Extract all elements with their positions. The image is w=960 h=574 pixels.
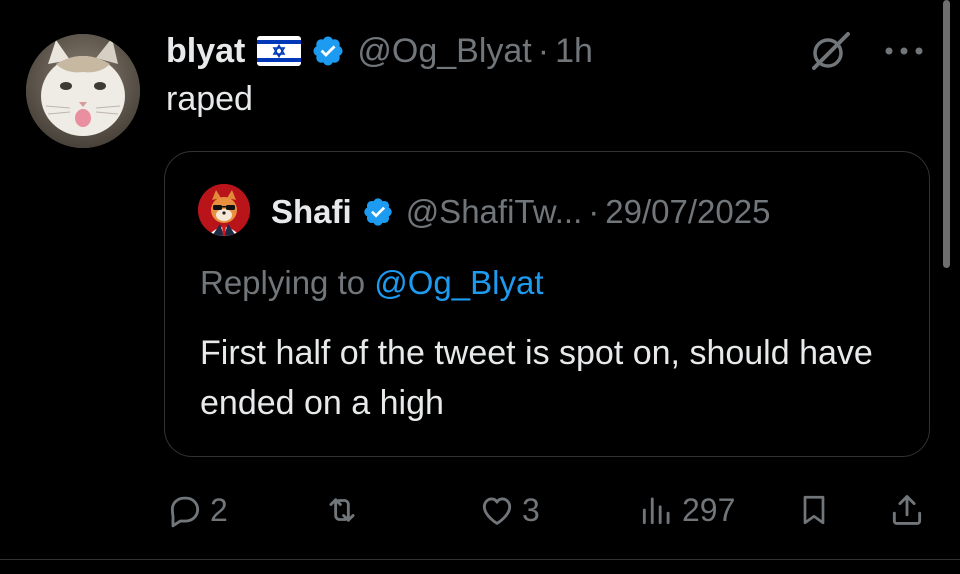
author-handle[interactable]: @Og_Blyat: [357, 32, 531, 71]
heart-icon: [482, 497, 512, 525]
share-button[interactable]: [888, 486, 926, 534]
author-display-name[interactable]: blyat: [166, 32, 245, 71]
author-avatar[interactable]: [26, 34, 140, 148]
quoted-tweet-header: Shafi @ShafiTw... · 29/07/2025: [271, 190, 770, 234]
tweet-action-bar: 2 3 297: [0, 486, 960, 534]
views-bar-chart-icon: [642, 497, 670, 525]
quoted-tweet[interactable]: Shafi @ShafiTw... · 29/07/2025 Replying …: [164, 151, 930, 457]
reply-button[interactable]: 2: [166, 486, 228, 534]
tweet-text: raped: [166, 80, 253, 118]
israel-flag-icon: [257, 36, 302, 66]
quoted-separator-dot: ·: [588, 193, 600, 230]
quoted-verified-badge-icon[interactable]: [362, 196, 394, 228]
reply-count: 2: [210, 491, 228, 528]
tweet-divider: [0, 559, 960, 560]
tweet-timestamp[interactable]: 1h: [555, 32, 593, 71]
like-count: 3: [522, 491, 540, 528]
bookmark-icon: [803, 495, 825, 525]
views-count: 297: [682, 491, 736, 528]
repost-icon: [329, 498, 355, 522]
quoted-tweet-date[interactable]: 29/07/2025: [605, 193, 770, 231]
quoted-author-display-name[interactable]: Shafi: [271, 193, 352, 231]
cat-avatar-image: [26, 34, 140, 148]
reply-icon: [170, 496, 200, 528]
verified-badge-icon[interactable]: [311, 34, 345, 68]
quoted-tweet-text: First half of the tweet is spot on, shou…: [200, 334, 873, 422]
separator-dot: ·: [537, 31, 550, 70]
repost-button[interactable]: [322, 486, 368, 534]
scrollbar-thumb[interactable]: [943, 0, 950, 268]
replying-to-label: Replying to: [200, 264, 375, 301]
quoted-author-avatar[interactable]: [198, 184, 250, 236]
replying-to-line: Replying to @Og_Blyat: [200, 264, 544, 302]
tweet-header: blyat @Og_Blyat · 1h: [166, 28, 593, 74]
more-options-icon[interactable]: [880, 36, 928, 66]
quoted-author-handle[interactable]: @ShafiTw...: [406, 193, 583, 231]
shiba-avatar-image: [198, 184, 250, 236]
replying-to-mention-link[interactable]: @Og_Blyat: [374, 264, 543, 301]
grok-icon[interactable]: [806, 28, 854, 76]
share-icon: [892, 495, 922, 525]
views-button[interactable]: 297: [638, 486, 735, 534]
bookmark-button[interactable]: [796, 486, 832, 534]
like-button[interactable]: 3: [478, 486, 540, 534]
tweet-card[interactable]: blyat @Og_Blyat · 1h raped Shafi @ShafiT…: [0, 0, 960, 574]
